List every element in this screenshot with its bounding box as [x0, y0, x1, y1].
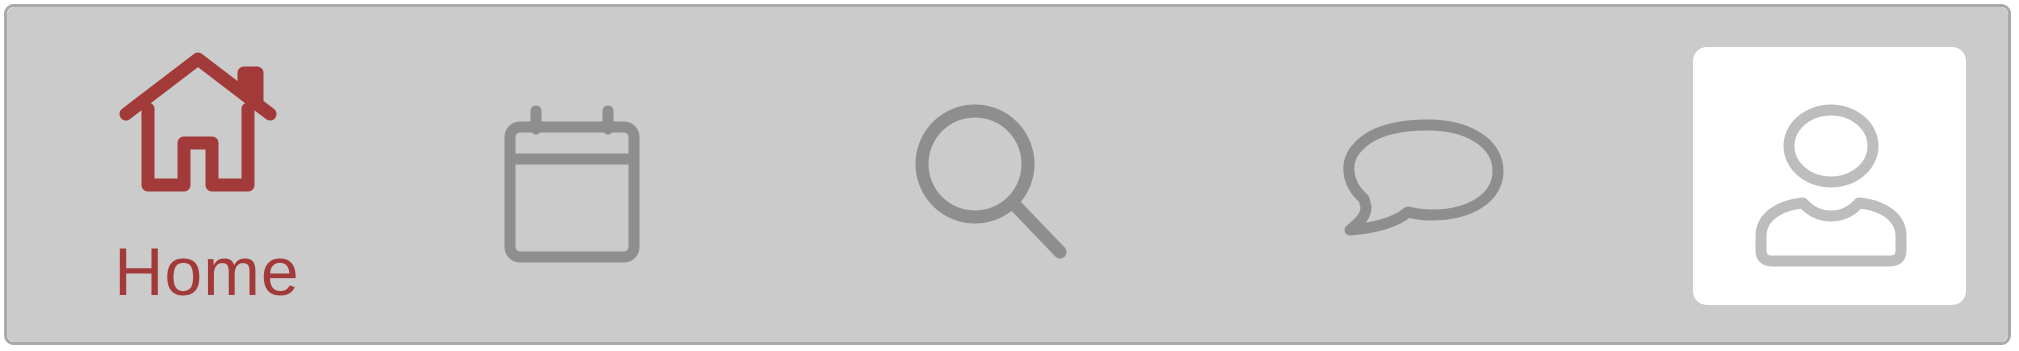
- tab-home-label: Home: [114, 234, 300, 310]
- tab-home[interactable]: Home: [47, 7, 367, 342]
- chat-bubble-icon: [1343, 119, 1504, 236]
- tab-messages[interactable]: [1307, 7, 1567, 342]
- home-icon: [119, 52, 277, 192]
- tab-profile[interactable]: [1693, 7, 1966, 342]
- tab-calendar[interactable]: [447, 7, 687, 342]
- search-icon: [915, 104, 1067, 259]
- bottom-tab-bar: Home: [7, 7, 2008, 342]
- profile-icon: [1755, 104, 1907, 267]
- tab-search[interactable]: [867, 7, 1127, 342]
- calendar-icon: [504, 105, 640, 263]
